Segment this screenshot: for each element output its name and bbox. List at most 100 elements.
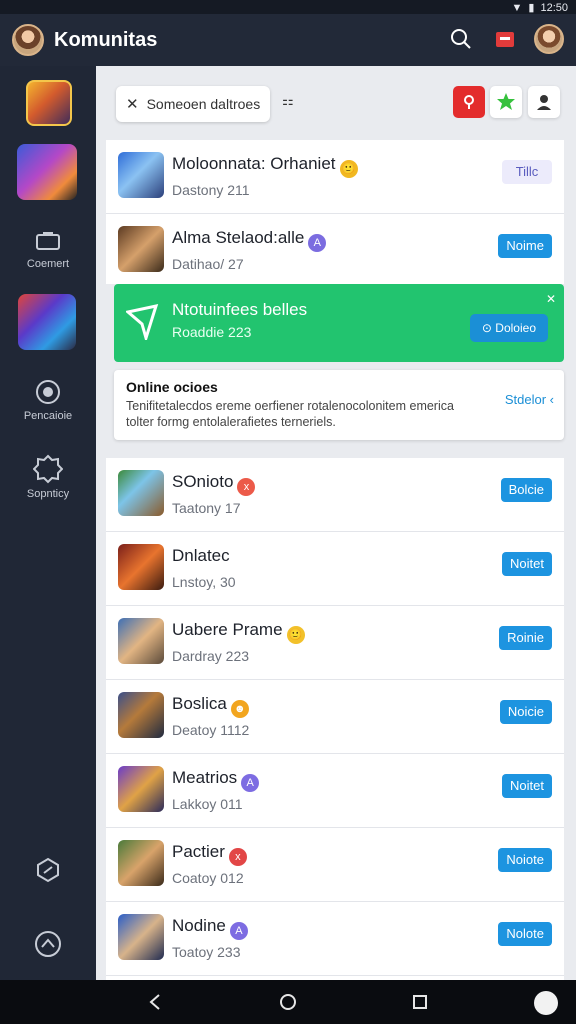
item-subtitle: Dastony 211 [172, 182, 250, 198]
item-action-button[interactable]: Noitet [502, 552, 552, 576]
item-subtitle: Lakkoy 011 [172, 796, 243, 812]
home-icon[interactable] [277, 991, 299, 1013]
item-name: Nodine A [172, 916, 248, 940]
sidebar-item-sopnticy[interactable]: Sopnticy [0, 454, 96, 500]
game-thumbnail [118, 766, 164, 812]
item-name: Uabere Prame 🙂 [172, 620, 305, 644]
sidebar-item-pencaioie[interactable]: Pencaioie [0, 378, 96, 422]
promo-subtitle: Roaddie 223 [172, 324, 252, 340]
item-name: Boslica ☻ [172, 694, 249, 718]
chevron-left-icon: ‹ [549, 392, 554, 407]
app-bar: Komunitas [0, 14, 576, 66]
emoji-icon: 🙂 [339, 160, 358, 178]
item-subtitle: Datihao/ 27 [172, 256, 244, 272]
item-subtitle: Dardray 223 [172, 648, 250, 664]
back-icon[interactable] [144, 991, 166, 1013]
item-subtitle: Lnstoy, 30 [172, 574, 236, 590]
item-subtitle: Deatoy 1112 [172, 722, 250, 738]
sidebar: Coemert Pencaioie Sopnticy [0, 66, 96, 980]
sidebar-item-coemert[interactable]: Coemert [0, 232, 96, 270]
profile-avatar[interactable] [534, 24, 564, 54]
list-item[interactable]: Boslica ☻ Deatoy 1112 Noicie [106, 680, 564, 754]
item-action-button[interactable]: Bolcie [500, 478, 552, 502]
toolbar-mid-icon[interactable]: ⚏ [282, 93, 294, 109]
item-action-button[interactable]: Noitet [502, 774, 552, 798]
item-name: Moloonnata: Orhaniet 🙂 [172, 154, 358, 178]
notice-title: Online ocioes [126, 379, 218, 395]
list-item[interactable]: Nodine A Toatoy 233 Nolote [106, 902, 564, 976]
item-action-button[interactable]: Noicie [499, 700, 552, 724]
item-action-button[interactable]: Nolote [498, 922, 552, 946]
home-up-button[interactable] [0, 930, 96, 962]
sidebar-game-1[interactable] [26, 80, 72, 126]
item-name: Pactier x [172, 842, 247, 866]
emoji-icon: A [229, 922, 248, 940]
emoji-icon: x [228, 848, 247, 866]
alert-button[interactable] [453, 86, 485, 118]
game-thumbnail [118, 544, 164, 590]
item-name: Dnlatec [172, 546, 230, 565]
game-thumbnail [118, 692, 164, 738]
promo-button[interactable]: ⊙ Doloieo [469, 314, 548, 342]
toolbar: ✕ Someoen daltroes ⚏ [116, 86, 566, 122]
game-thumbnail [118, 152, 164, 198]
emoji-icon: x [237, 478, 256, 496]
notice-link[interactable]: Stdelor ‹ [505, 392, 554, 407]
status-time: 12:50 [540, 1, 568, 14]
user-button[interactable] [528, 86, 560, 118]
alert-icon [464, 95, 474, 109]
emoji-icon: A [241, 774, 260, 792]
promo-button-icon: ⊙ [481, 321, 496, 335]
list-item[interactable]: Dnlatec Lnstoy, 30 Noitet [106, 532, 564, 606]
list-item[interactable]: Alma Stelaod:alle A Datihao/ 27 Noime [106, 214, 564, 288]
promo-logo-icon [126, 304, 159, 340]
user-icon [537, 95, 551, 110]
list-item[interactable]: Pactier x Coatoy 012 Noiote [106, 828, 564, 902]
item-action-button[interactable]: Roinie [499, 626, 552, 650]
item-subtitle: Taatony 17 [172, 500, 241, 516]
wifi-icon: ▼ [511, 1, 523, 14]
star-button[interactable] [490, 86, 522, 118]
item-action-button[interactable]: Tillc [502, 160, 552, 184]
notice-card: Online ocioes Tenifitetalecdos ereme oer… [114, 370, 564, 440]
promo-close-icon[interactable]: ✕ [546, 292, 556, 306]
sidebar-item-label: Coemert [26, 258, 70, 270]
app-title: Komunitas [54, 28, 158, 51]
item-action-button[interactable]: Noime [498, 234, 552, 258]
top-list: Moloonnata: Orhaniet 🙂 Dastony 211 Tillc … [106, 140, 564, 284]
sidebar-game-3[interactable] [18, 294, 76, 350]
notice-body: Tenifitetalecdos ereme oerfiener rotalen… [126, 399, 454, 429]
game-thumbnail [118, 840, 164, 886]
promo-title: Ntotuinfees belles [172, 300, 308, 319]
item-name: Meatrios A [172, 768, 260, 792]
emoji-icon: ☻ [230, 700, 249, 718]
sidebar-item-label: Sopnticy [26, 488, 70, 500]
assistant-icon[interactable] [534, 991, 558, 1015]
list-item[interactable]: Uabere Prame 🙂 Dardray 223 Roinie [106, 606, 564, 680]
system-nav-bar [0, 980, 576, 1024]
item-subtitle: Coatoy 012 [172, 870, 244, 886]
compass-icon [37, 857, 59, 883]
sidebar-game-2[interactable] [17, 144, 77, 200]
list-item[interactable]: Meatrios A Lakkoy 011 Noitet [106, 754, 564, 828]
search-chip[interactable]: ✕ Someoen daltroes [116, 86, 270, 122]
search-icon[interactable] [446, 24, 476, 54]
item-action-button[interactable]: Noiote [498, 848, 552, 872]
notification-icon[interactable] [490, 24, 520, 54]
list-item[interactable]: SOnioto x Taatony 17 Bolcie [106, 458, 564, 532]
status-bar: ▼ ▮ 12:50 [0, 0, 576, 14]
item-name: SOnioto x [172, 472, 256, 496]
recents-icon[interactable] [409, 991, 431, 1013]
chevron-up-icon [35, 931, 61, 957]
compass-button[interactable] [0, 856, 96, 888]
user-avatar[interactable] [12, 24, 44, 56]
battery-icon: ▮ [528, 2, 535, 14]
list-item[interactable]: Moloonnata: Orhaniet 🙂 Dastony 211 Tillc [106, 140, 564, 214]
chat-icon [36, 232, 60, 250]
close-icon: ✕ [126, 96, 139, 113]
search-chip-label: Someoen daltroes [146, 96, 261, 112]
main-content: ✕ Someoen daltroes ⚏ Moloonnata: Orhanie… [96, 66, 576, 980]
emoji-icon: A [308, 234, 327, 252]
emoji-icon: 🙂 [286, 626, 305, 644]
promo-banner[interactable]: Ntotuinfees belles Roaddie 223 ⊙ Doloieo… [114, 284, 564, 362]
